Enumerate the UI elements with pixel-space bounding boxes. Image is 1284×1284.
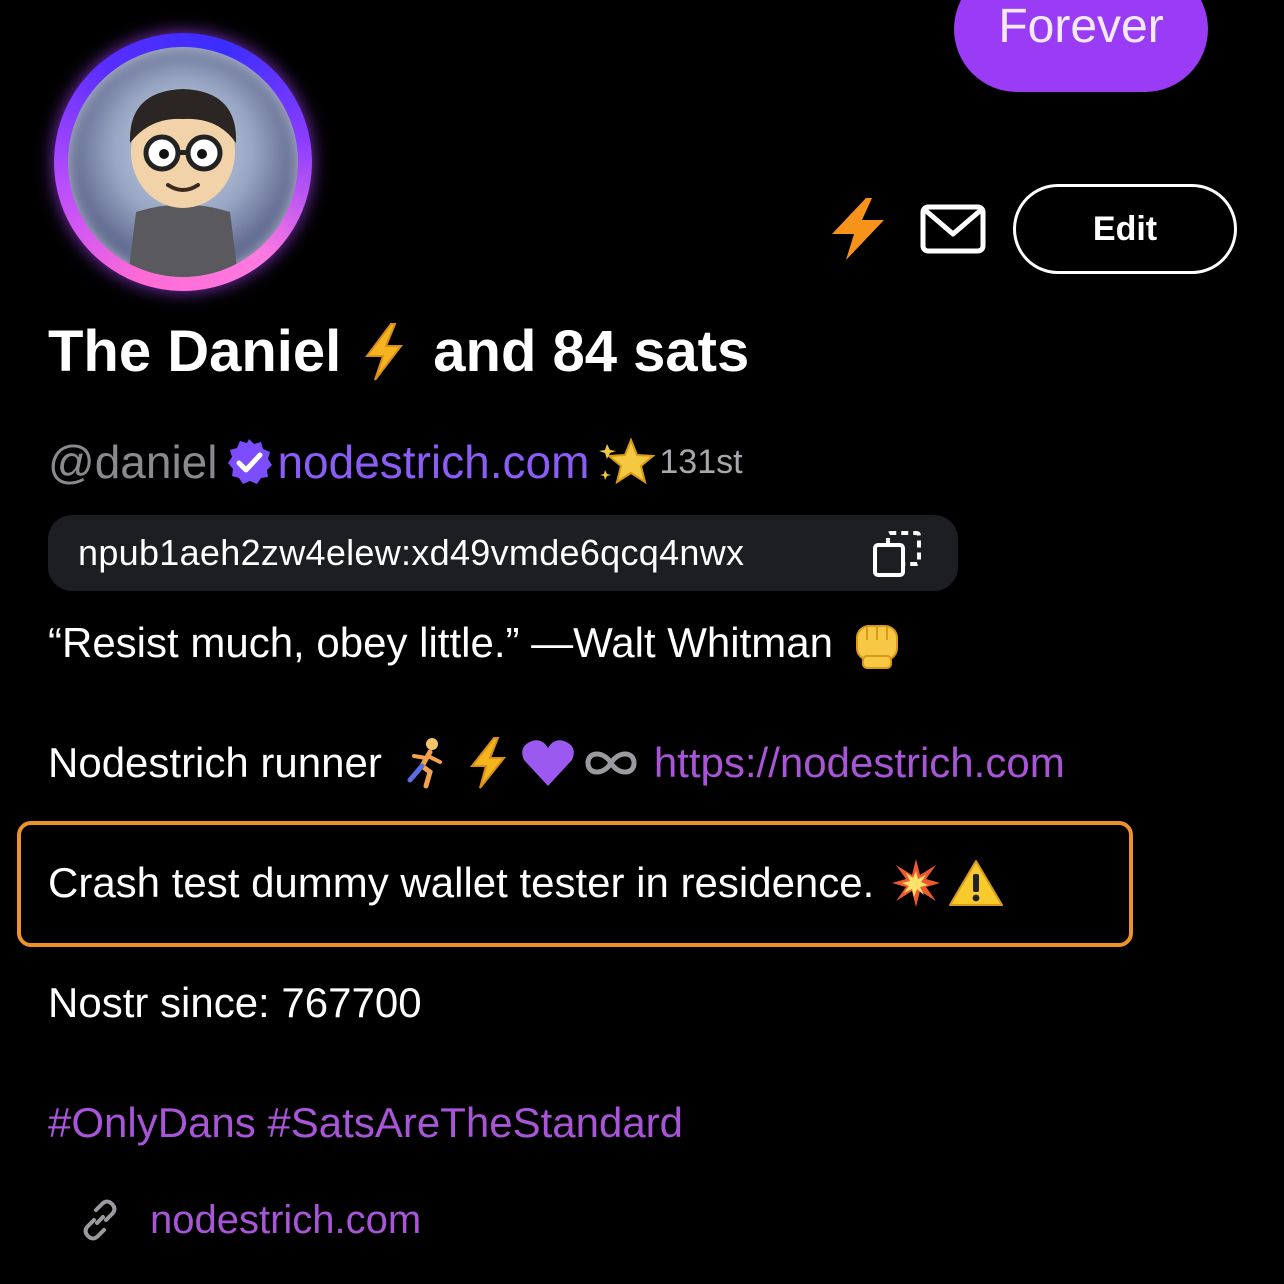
warning-emoji-icon bbox=[949, 860, 1004, 906]
bio-since: Nostr since: 767700 bbox=[48, 972, 422, 1034]
profile-page: Forever Edit The Daniel and 84 sats @dan… bbox=[0, 0, 1284, 1284]
avatar-image bbox=[68, 47, 298, 277]
website-row[interactable]: nodestrich.com bbox=[78, 1192, 421, 1248]
lightning-emoji-icon bbox=[365, 322, 404, 381]
nip05-link[interactable]: nodestrich.com bbox=[277, 435, 589, 489]
raised-fist-emoji-icon bbox=[855, 625, 898, 669]
bio-quote-text: “Resist much, obey little.” —Walt Whitma… bbox=[48, 619, 833, 666]
display-name: The Daniel and 84 sats bbox=[48, 318, 749, 385]
purple-heart-emoji-icon bbox=[522, 740, 574, 786]
bio-since-text: Nostr since: 767700 bbox=[48, 979, 422, 1026]
display-name-part1: The Daniel bbox=[48, 319, 342, 384]
link-icon bbox=[83, 1199, 117, 1241]
message-button[interactable] bbox=[918, 200, 988, 258]
copy-icon[interactable] bbox=[870, 527, 924, 581]
runner-emoji-icon bbox=[407, 738, 442, 789]
rank-badge: 131st bbox=[659, 442, 743, 481]
lightning-emoji-icon bbox=[469, 737, 506, 789]
avatar[interactable] bbox=[54, 33, 312, 291]
npub-text: npub1aeh2zw4elew:xd49vmde6qcq4nwx bbox=[78, 532, 745, 573]
sparkle-star-icon bbox=[599, 437, 656, 485]
zap-button[interactable] bbox=[826, 196, 890, 262]
bio-runner-link[interactable]: https://nodestrich.com bbox=[654, 739, 1065, 787]
verified-badge-icon bbox=[228, 439, 273, 484]
infinity-icon bbox=[585, 751, 637, 775]
edit-profile-button[interactable]: Edit bbox=[1013, 184, 1237, 274]
bio-runner-text: Nodestrich runner bbox=[48, 739, 382, 786]
forever-button[interactable]: Forever bbox=[954, 0, 1208, 92]
website-link[interactable]: nodestrich.com bbox=[150, 1198, 421, 1243]
lightning-bolt-icon bbox=[832, 198, 884, 260]
collision-emoji-icon bbox=[892, 859, 941, 907]
bio-crash: Crash test dummy wallet tester in reside… bbox=[48, 852, 1004, 914]
envelope-icon bbox=[920, 204, 986, 254]
bio-quote: “Resist much, obey little.” —Walt Whitma… bbox=[48, 612, 901, 674]
display-name-part2: and 84 sats bbox=[433, 319, 750, 384]
npub-pill[interactable]: npub1aeh2zw4elew:xd49vmde6qcq4nwx bbox=[48, 515, 958, 591]
bio-crash-text: Crash test dummy wallet tester in reside… bbox=[48, 859, 875, 906]
bio-runner: Nodestrich runner https://nodestrich.com bbox=[48, 732, 1065, 794]
bio-hashtags: #OnlyDans #SatsAreTheStandard bbox=[48, 1092, 683, 1154]
handle-row: @daniel nodestrich.com 131st bbox=[48, 432, 743, 492]
hashtag-links[interactable]: #OnlyDans #SatsAreTheStandard bbox=[48, 1099, 683, 1147]
username-handle: @daniel bbox=[48, 436, 218, 488]
